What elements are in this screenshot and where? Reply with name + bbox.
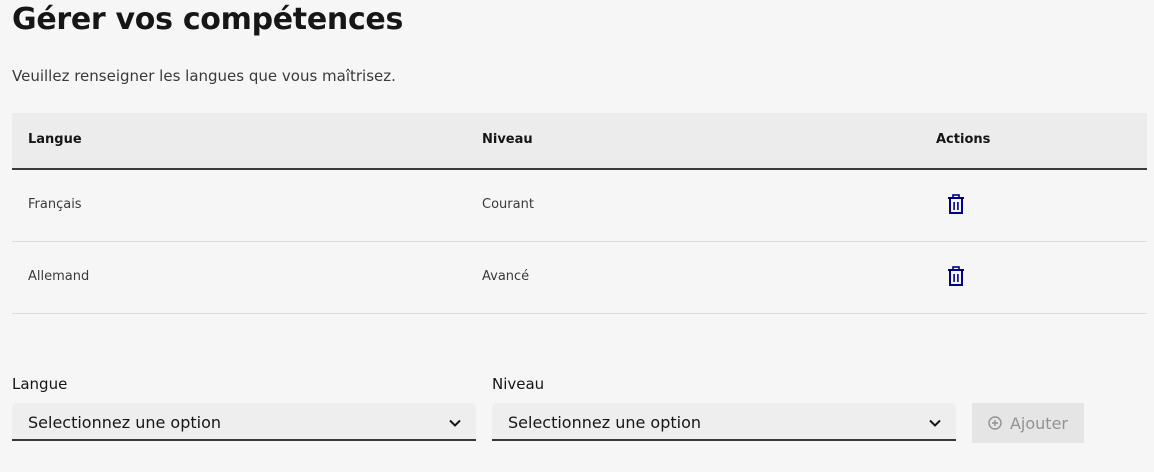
page-title: Gérer vos compétences xyxy=(12,2,404,37)
langue-select[interactable]: Selectionnez une option xyxy=(12,403,476,441)
niveau-label: Niveau xyxy=(492,375,545,393)
page-intro: Veuillez renseigner les langues que vous… xyxy=(12,67,396,85)
trash-icon xyxy=(946,194,966,218)
header-langue: Langue xyxy=(28,132,82,147)
add-button[interactable]: Ajouter xyxy=(972,403,1084,443)
trash-icon xyxy=(946,266,966,290)
delete-button[interactable] xyxy=(944,194,968,218)
add-circle-icon xyxy=(988,416,1002,430)
delete-button[interactable] xyxy=(944,266,968,290)
add-button-label: Ajouter xyxy=(1009,413,1068,433)
table-row: Français Courant xyxy=(12,170,1147,242)
cell-niveau: Avancé xyxy=(482,269,530,284)
langue-label: Langue xyxy=(12,375,68,393)
niveau-select[interactable]: Selectionnez une option xyxy=(492,403,956,441)
chevron-down-icon xyxy=(448,415,462,429)
niveau-select-value: Selectionnez une option xyxy=(508,413,702,432)
languages-table: Langue Niveau Actions Français Courant A… xyxy=(12,113,1147,314)
cell-langue: Français xyxy=(28,197,82,212)
chevron-down-icon xyxy=(928,415,942,429)
langue-select-value: Selectionnez une option xyxy=(28,413,222,432)
table-header: Langue Niveau Actions xyxy=(12,113,1147,170)
header-actions: Actions xyxy=(936,132,991,147)
cell-langue: Allemand xyxy=(28,269,90,284)
table-row: Allemand Avancé xyxy=(12,242,1147,314)
header-niveau: Niveau xyxy=(482,132,533,147)
cell-niveau: Courant xyxy=(482,197,534,212)
